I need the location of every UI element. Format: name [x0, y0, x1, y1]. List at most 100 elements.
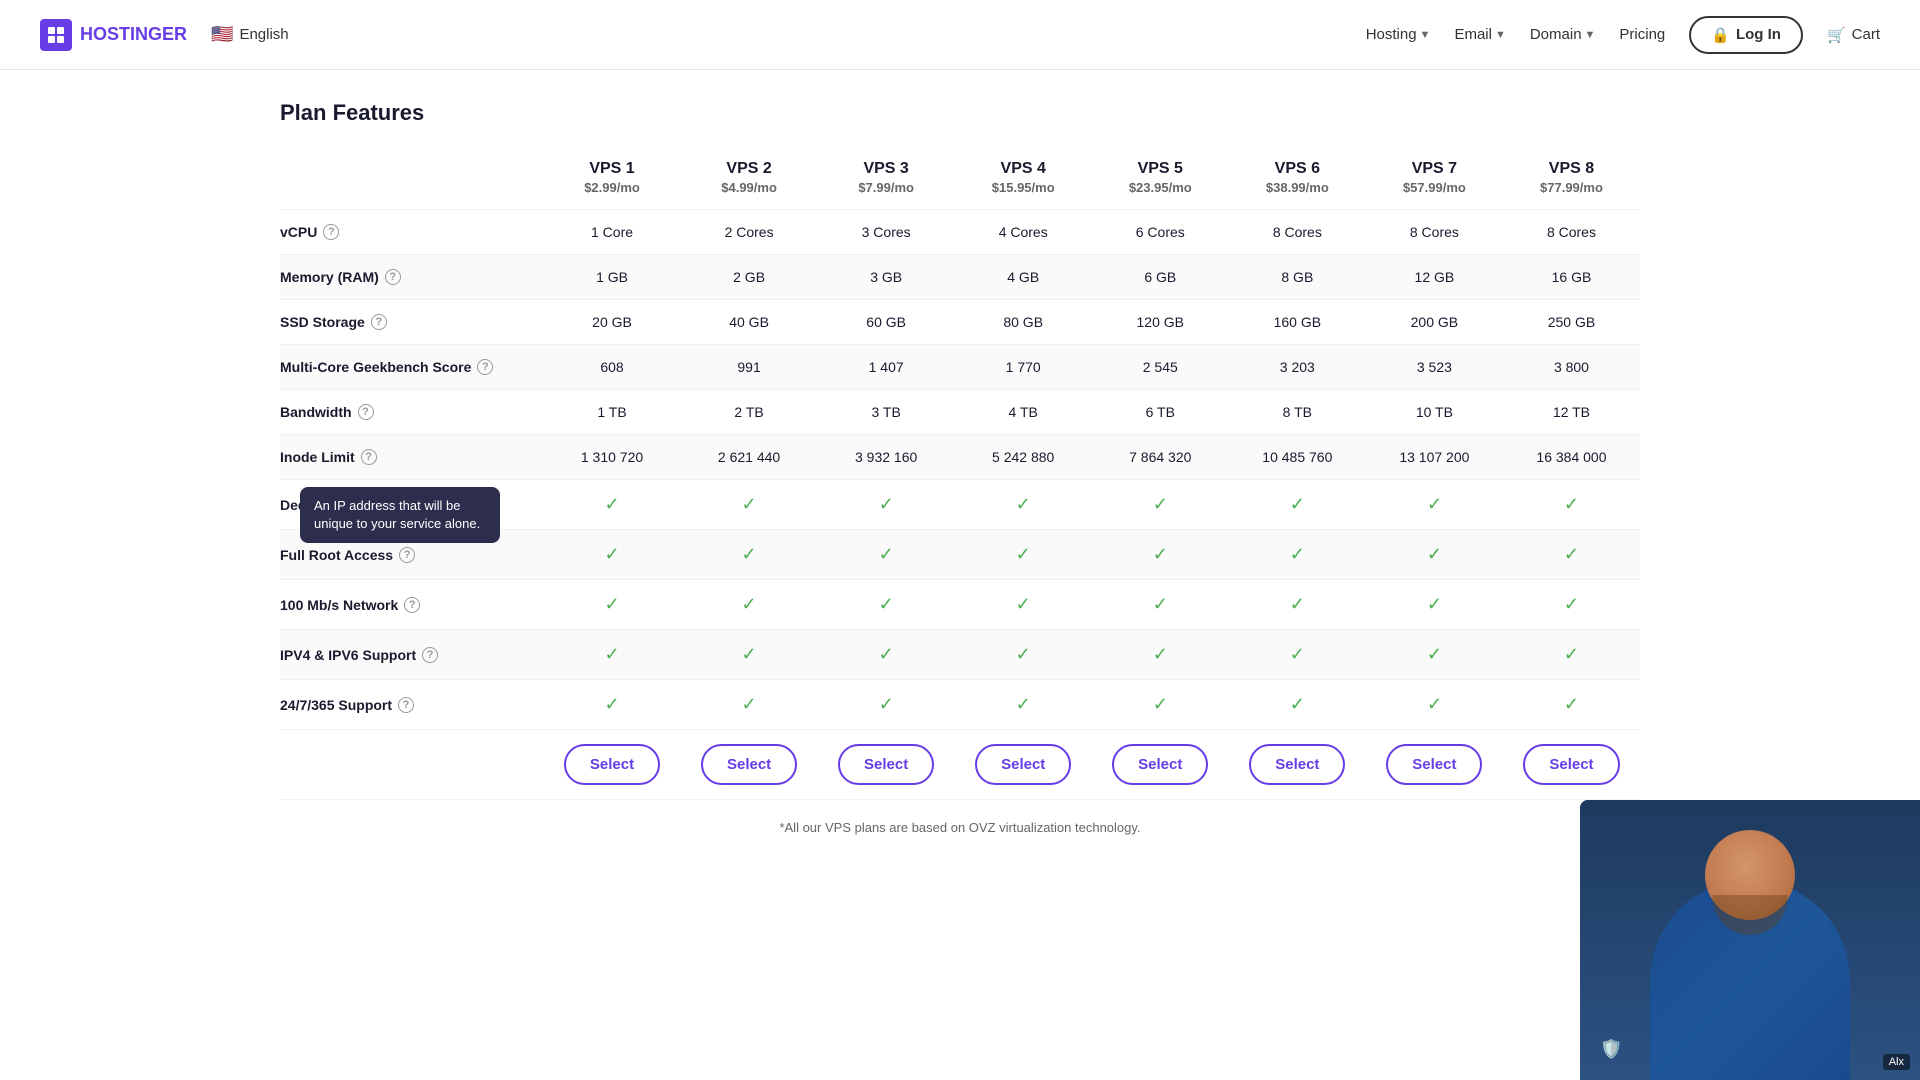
info-icon[interactable]: ?	[399, 547, 415, 563]
vps5-select-button[interactable]: Select	[1112, 744, 1208, 785]
table-cell: 6 TB	[1092, 390, 1229, 435]
table-cell: ✓	[955, 680, 1092, 730]
table-cell: ✓	[543, 530, 680, 580]
vps3-select-button[interactable]: Select	[838, 744, 934, 785]
info-icon[interactable]: ?	[422, 647, 438, 663]
vps1-select-button[interactable]: Select	[564, 744, 660, 785]
vps1-select-cell: Select	[543, 730, 680, 800]
table-cell: 200 GB	[1366, 300, 1503, 345]
info-icon[interactable]: ?	[370, 497, 386, 513]
table-cell: 40 GB	[681, 300, 818, 345]
check-icon: ✓	[1427, 594, 1442, 614]
vps2-header: VPS 2 $4.99/mo	[681, 146, 818, 210]
nav-hosting-label: Hosting	[1366, 26, 1417, 43]
info-icon[interactable]: ?	[358, 404, 374, 420]
check-icon: ✓	[1016, 594, 1031, 614]
cart-button[interactable]: 🛒 Cart	[1827, 26, 1880, 44]
table-cell: 7 864 320	[1092, 435, 1229, 480]
check-icon: ✓	[879, 544, 894, 564]
table-cell: 20 GB	[543, 300, 680, 345]
check-icon: ✓	[1016, 544, 1031, 564]
table-cell: ✓	[1366, 480, 1503, 530]
main-content: Plan Features VPS 1 $2.99/mo VPS 2 $4.99…	[240, 70, 1680, 895]
vps3-header: VPS 3 $7.99/mo	[818, 146, 955, 210]
table-cell: 2 TB	[681, 390, 818, 435]
feature-label: IPV4 & IPV6 Support ?	[280, 647, 533, 663]
info-icon[interactable]: ?	[361, 449, 377, 465]
vps6-select-button[interactable]: Select	[1249, 744, 1345, 785]
feature-label-cell: Memory (RAM) ?	[280, 255, 543, 300]
feature-col-header	[280, 146, 543, 210]
info-icon[interactable]: ?	[398, 697, 414, 713]
info-icon[interactable]: ?	[371, 314, 387, 330]
plan-features-table: VPS 1 $2.99/mo VPS 2 $4.99/mo VPS 3 $7.9…	[280, 146, 1640, 800]
table-cell: ✓	[1092, 530, 1229, 580]
check-icon: ✓	[1427, 544, 1442, 564]
nav-hosting[interactable]: Hosting ▼	[1366, 26, 1431, 43]
table-cell: ✓	[1366, 580, 1503, 630]
login-button[interactable]: 🔒 Log In	[1689, 16, 1803, 54]
check-icon: ✓	[1427, 494, 1442, 514]
check-icon: ✓	[742, 644, 757, 664]
check-icon: ✓	[604, 544, 619, 564]
table-cell: ✓	[955, 480, 1092, 530]
chevron-down-icon: ▼	[1420, 29, 1431, 41]
vps4-select-cell: Select	[955, 730, 1092, 800]
check-icon: ✓	[1153, 594, 1168, 614]
table-cell: ✓	[1503, 680, 1640, 730]
check-icon: ✓	[1290, 594, 1305, 614]
table-cell: ✓	[1366, 630, 1503, 680]
vps8-select-button[interactable]: Select	[1523, 744, 1619, 785]
table-row: 24/7/365 Support ?✓✓✓✓✓✓✓✓	[280, 680, 1640, 730]
nav-email[interactable]: Email ▼	[1454, 26, 1505, 43]
table-cell: 4 GB	[955, 255, 1092, 300]
feature-label: Multi-Core Geekbench Score ?	[280, 359, 533, 375]
nav-domain-label: Domain	[1530, 26, 1582, 43]
language-selector[interactable]: 🇺🇸 English	[211, 24, 289, 45]
table-row: Bandwidth ?1 TB2 TB3 TB4 TB6 TB8 TB10 TB…	[280, 390, 1640, 435]
feature-label-cell: Inode Limit ?	[280, 435, 543, 480]
check-icon: ✓	[1153, 644, 1168, 664]
table-row: Dedicated IP ?An IP address that will be…	[280, 480, 1640, 530]
check-icon: ✓	[1564, 544, 1579, 564]
table-cell: ✓	[1092, 630, 1229, 680]
check-icon: ✓	[1427, 644, 1442, 664]
table-cell: ✓	[955, 530, 1092, 580]
vps7-select-button[interactable]: Select	[1386, 744, 1482, 785]
feature-label: Memory (RAM) ?	[280, 269, 533, 285]
info-icon[interactable]: ?	[404, 597, 420, 613]
feature-label: vCPU ?	[280, 224, 533, 240]
check-icon: ✓	[1564, 594, 1579, 614]
alx-label: Alx	[1883, 1054, 1910, 1070]
table-row: Full Root Access ?✓✓✓✓✓✓✓✓	[280, 530, 1640, 580]
check-icon: ✓	[742, 544, 757, 564]
feature-label: Bandwidth ?	[280, 404, 533, 420]
table-cell: ✓	[1503, 580, 1640, 630]
info-icon[interactable]: ?	[385, 269, 401, 285]
feature-label: 100 Mb/s Network ?	[280, 597, 533, 613]
table-cell: 120 GB	[1092, 300, 1229, 345]
table-cell: 3 800	[1503, 345, 1640, 390]
navbar-right: Hosting ▼ Email ▼ Domain ▼ Pricing 🔒 Log…	[1366, 16, 1880, 54]
vps4-select-button[interactable]: Select	[975, 744, 1071, 785]
table-cell: 1 Core	[543, 210, 680, 255]
table-cell: ✓	[818, 530, 955, 580]
table-cell: 3 TB	[818, 390, 955, 435]
table-cell: 1 310 720	[543, 435, 680, 480]
feature-label: Inode Limit ?	[280, 449, 533, 465]
info-icon[interactable]: ?	[323, 224, 339, 240]
check-icon: ✓	[1564, 694, 1579, 714]
lock-icon: 🔒	[1711, 26, 1730, 44]
table-cell: 8 Cores	[1229, 210, 1366, 255]
table-cell: ✓	[1503, 630, 1640, 680]
vps2-select-button[interactable]: Select	[701, 744, 797, 785]
feature-label-cell: Dedicated IP ?An IP address that will be…	[280, 480, 543, 530]
table-cell: 4 Cores	[955, 210, 1092, 255]
nav-pricing[interactable]: Pricing	[1619, 26, 1665, 43]
check-icon: ✓	[879, 644, 894, 664]
check-icon: ✓	[742, 694, 757, 714]
info-icon[interactable]: ?	[477, 359, 493, 375]
table-cell: 8 Cores	[1503, 210, 1640, 255]
logo[interactable]: HOSTINGER	[40, 19, 187, 51]
nav-domain[interactable]: Domain ▼	[1530, 26, 1596, 43]
